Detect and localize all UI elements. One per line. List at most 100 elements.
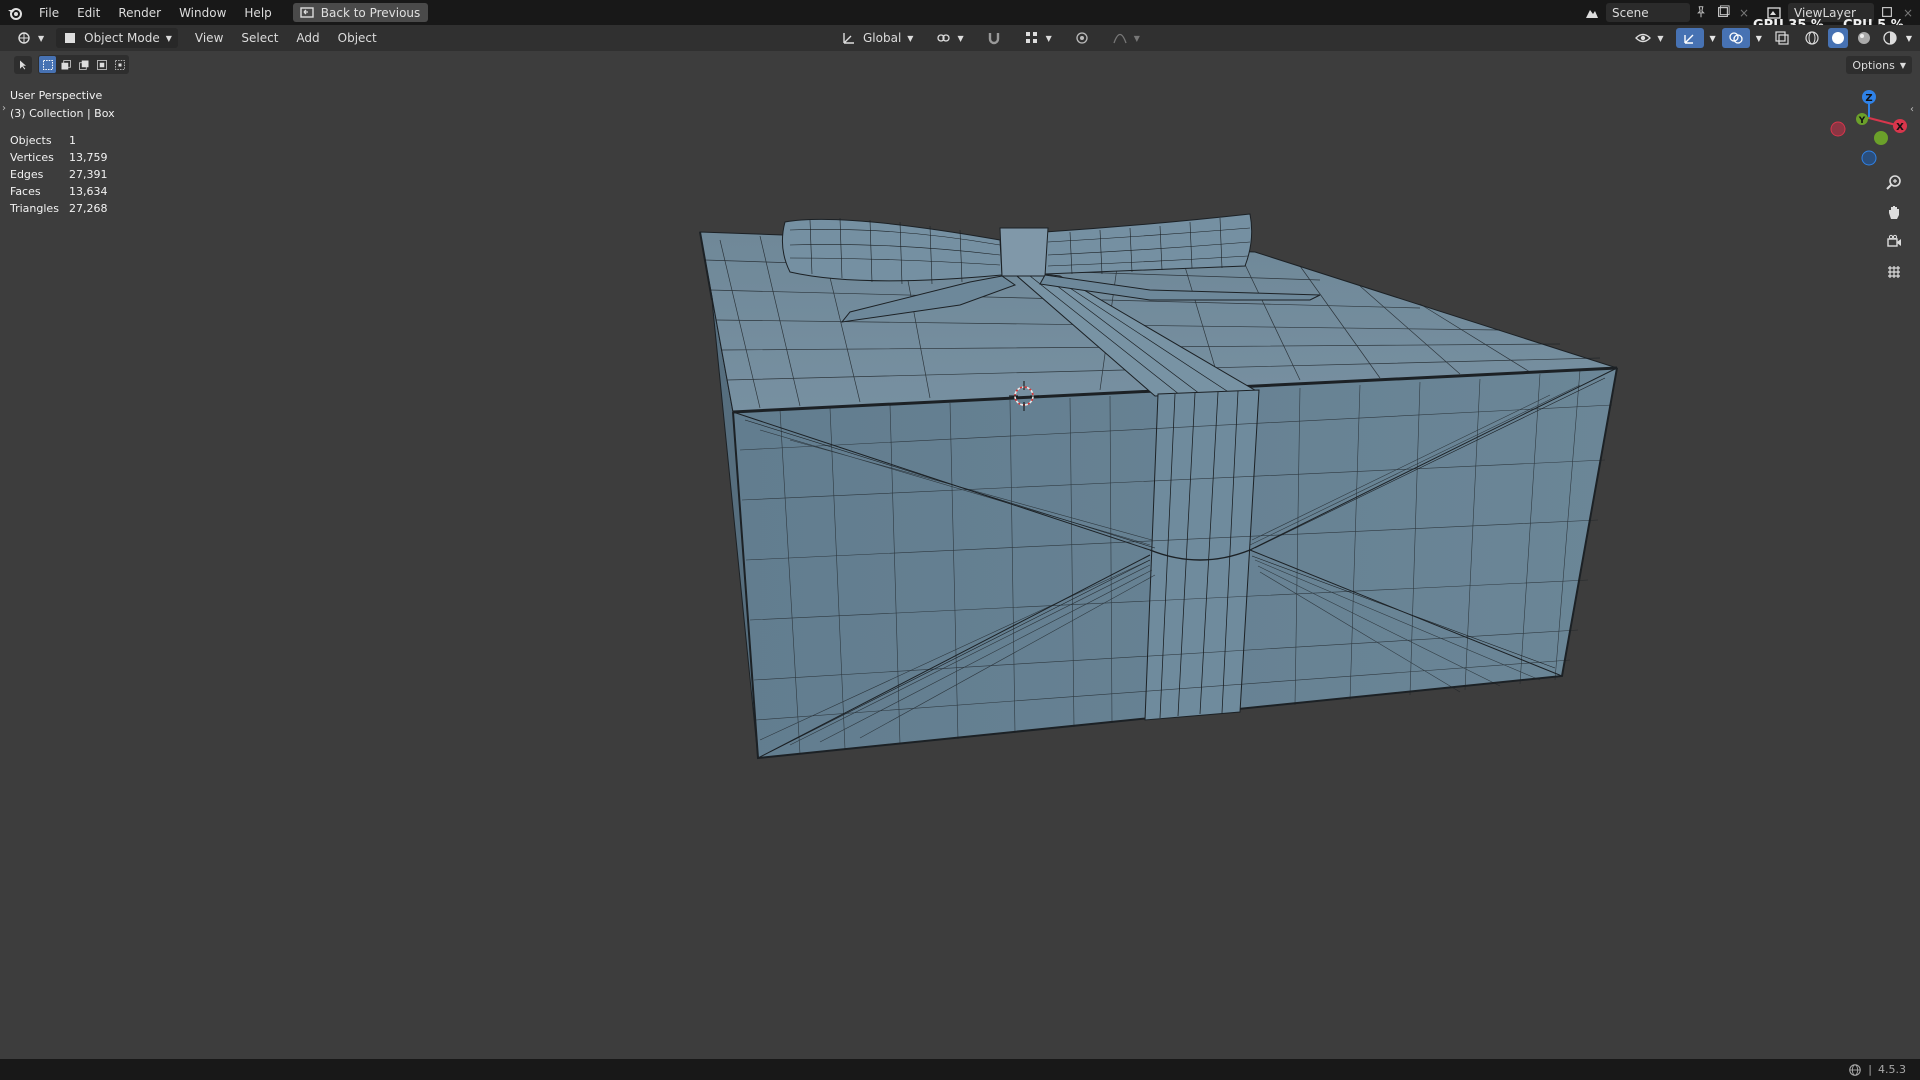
viewport-display-tools: ▼ ▼ ▼ ▼ [1629, 25, 1912, 51]
menu-file[interactable]: File [30, 6, 68, 20]
stat-label: Faces [10, 185, 41, 198]
menu-window[interactable]: Window [170, 6, 235, 20]
stat-row: Edges 27,391 [10, 166, 108, 183]
bow-knot [999, 227, 1049, 277]
viewport-nav-buttons [1883, 172, 1905, 282]
snap-toggle[interactable] [980, 28, 1008, 48]
transform-orientation-selector[interactable]: Global ▼ [835, 28, 919, 48]
gift-box-mesh[interactable] [699, 213, 1618, 760]
stat-value: 27,391 [69, 168, 108, 181]
chevron-down-icon[interactable]: ▼ [1906, 34, 1912, 43]
sidebar-toggle-icon[interactable]: ‹ [1910, 104, 1914, 115]
mode-label: Object Mode [84, 31, 160, 45]
pivot-icon [937, 34, 951, 42]
menu-select[interactable]: Select [232, 31, 287, 45]
chevron-down-icon[interactable]: ▼ [1710, 34, 1716, 43]
editor-type-selector[interactable]: ▼ [10, 28, 50, 48]
shading-rendered[interactable] [1880, 28, 1900, 48]
gizmo-icon [1683, 34, 1694, 44]
back-to-previous-button[interactable]: Back to Previous [292, 3, 429, 22]
stat-row: Triangles 27,268 [10, 200, 108, 217]
orientation-label: Global [863, 31, 902, 45]
gizmo-z-label: Z [1865, 93, 1872, 104]
stat-value: 27,268 [69, 202, 108, 215]
wireframe-shading-icon [1805, 31, 1819, 45]
xray-icon [1775, 31, 1789, 45]
zoom-button[interactable] [1883, 172, 1905, 192]
snap-increment-icon [1025, 32, 1037, 43]
pivot-point-selector[interactable]: ▼ [929, 28, 969, 48]
camera-icon [1887, 234, 1901, 247]
zoom-icon [1886, 175, 1901, 190]
orientation-axes-icon [843, 33, 854, 44]
collection-label: (3) Collection | Box [10, 107, 115, 120]
object-mode-icon [65, 33, 76, 43]
scene-statistics: Objects 1 Vertices 13,759 Edges 27,391 Face… [10, 132, 108, 217]
menu-edit[interactable]: Edit [68, 6, 109, 20]
pin-icon[interactable] [1694, 5, 1710, 21]
stat-row: Vertices 13,759 [10, 149, 108, 166]
menu-help[interactable]: Help [235, 6, 280, 20]
gizmo-neg-y[interactable] [1874, 131, 1888, 145]
view-perspective-label: User Perspective [10, 89, 103, 102]
falloff-selector[interactable]: ▼ [1106, 28, 1146, 48]
pan-button[interactable] [1883, 202, 1905, 222]
menu-object[interactable]: Object [329, 31, 386, 45]
overlays-icon [1729, 32, 1743, 44]
material-shading-icon [1857, 32, 1870, 44]
gizmo-toggle[interactable] [1675, 28, 1704, 48]
globe-icon[interactable] [1848, 1063, 1862, 1077]
blender-logo-icon[interactable] [0, 6, 30, 20]
ortho-toggle-button[interactable] [1883, 262, 1905, 282]
toolbar-toggle-icon[interactable]: › [2, 103, 6, 114]
eye-icon [1635, 33, 1652, 43]
chevron-down-icon: ▼ [907, 33, 914, 43]
chevron-down-icon: ▼ [957, 33, 964, 43]
stat-value: 13,634 [69, 185, 108, 198]
mode-selector[interactable]: Object Mode ▼ [56, 28, 178, 48]
gizmo-neg-z[interactable] [1861, 150, 1877, 166]
menu-view[interactable]: View [186, 31, 232, 45]
stat-row: Objects 1 [10, 132, 108, 149]
scene-selector[interactable]: Scene [1606, 3, 1690, 22]
proportional-editing-icon [1076, 32, 1088, 44]
shading-material[interactable] [1854, 28, 1874, 48]
hand-icon [1889, 206, 1899, 219]
camera-view-button[interactable] [1883, 232, 1905, 252]
bow-left-loop [781, 218, 1003, 282]
screen-back-icon [300, 6, 314, 18]
gizmo-neg-x[interactable] [1830, 121, 1846, 137]
overlays-toggle[interactable] [1721, 28, 1750, 48]
chevron-down-icon: ▼ [1045, 33, 1052, 43]
proportional-editing-toggle[interactable] [1068, 28, 1096, 48]
transform-tools: Global ▼ ▼ ▼ ▼ [835, 25, 1146, 51]
new-scene-icon[interactable] [1716, 4, 1732, 21]
shading-wireframe[interactable] [1802, 28, 1822, 48]
chevron-down-icon: ▼ [1133, 33, 1140, 43]
status-divider: | [1868, 1063, 1872, 1076]
top-bar: File Edit Render Window Help Back to Pre… [0, 0, 1920, 33]
delete-scene-icon[interactable]: × [1736, 5, 1752, 21]
chevron-down-icon[interactable]: ▼ [1756, 34, 1762, 43]
menu-render[interactable]: Render [109, 6, 170, 20]
shading-solid[interactable] [1827, 28, 1848, 48]
viewport-header: ▼ Object Mode ▼ View Select Add Object G… [0, 25, 1920, 51]
stat-value: 1 [69, 134, 76, 147]
gizmo-x-label: X [1896, 122, 1904, 133]
navigation-gizmo[interactable]: Y Z X [1820, 86, 1920, 166]
status-bar: | 4.5.3 [0, 1059, 1920, 1080]
scene-name: Scene [1612, 5, 1649, 20]
magnet-icon [988, 33, 999, 45]
viewport-canvas[interactable] [0, 51, 1920, 1059]
visibility-selector[interactable]: ▼ [1629, 28, 1669, 48]
viewport-info: User Perspective (3) Collection | Box [10, 87, 115, 123]
scene-icon[interactable] [1584, 5, 1600, 21]
back-to-previous-label: Back to Previous [320, 5, 421, 20]
version-label: 4.5.3 [1878, 1063, 1906, 1076]
stat-label: Vertices [10, 151, 54, 164]
menu-add[interactable]: Add [287, 31, 328, 45]
stat-label: Objects [10, 134, 52, 147]
solid-shading-icon [1831, 32, 1844, 44]
snap-target-selector[interactable]: ▼ [1018, 28, 1058, 48]
xray-toggle[interactable] [1768, 28, 1796, 48]
